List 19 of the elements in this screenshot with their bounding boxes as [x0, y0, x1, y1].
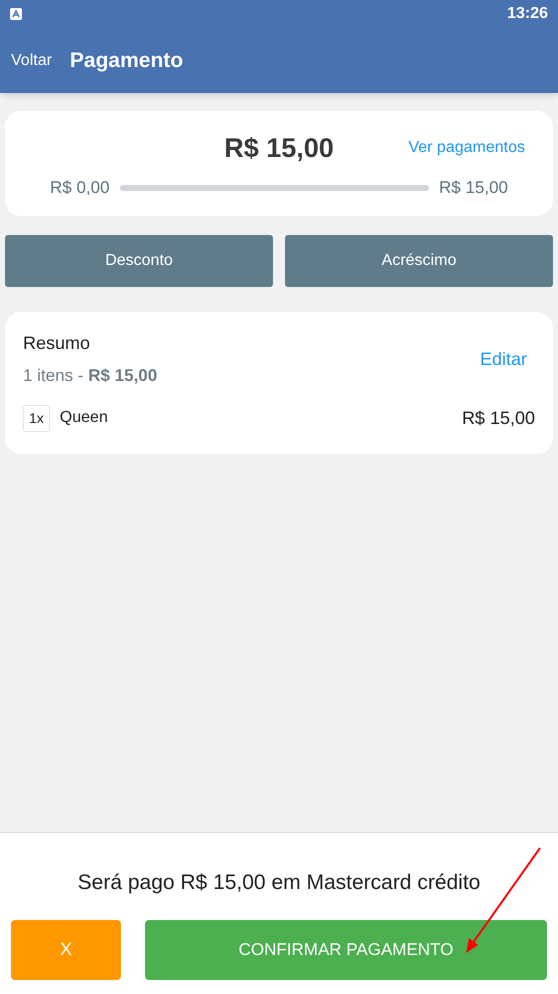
- confirm-button[interactable]: CONFIRMAR PAGAMENTO: [145, 920, 547, 980]
- app-icon: [10, 8, 22, 20]
- max-amount: R$ 15,00: [439, 177, 508, 199]
- adjustment-button[interactable]: Desconto: [5, 235, 273, 287]
- edit-button[interactable]: Editar: [480, 346, 527, 373]
- view-payments-link[interactable]: Ver pagamentos: [408, 136, 525, 160]
- payment-message: Será pago R$ 15,00 em Mastercard crédito: [78, 870, 480, 896]
- quantity-badge: 1x: [23, 404, 50, 432]
- total-amount: R$ 15,00: [224, 132, 334, 165]
- item-price: R$ 15,00: [462, 406, 535, 430]
- item-name: Queen: [60, 408, 108, 428]
- back-button[interactable]: Voltar: [11, 48, 52, 72]
- status-time: 13:26: [507, 4, 548, 24]
- summary-title: Resumo: [23, 332, 92, 355]
- page-title: Pagamento: [70, 48, 184, 74]
- summary-subtitle: 1 itens - R$ 15,00: [23, 365, 158, 387]
- min-amount: R$ 0,00: [50, 177, 110, 199]
- cancel-button[interactable]: X: [11, 920, 121, 980]
- adjustment-button[interactable]: Acréscimo: [285, 235, 553, 287]
